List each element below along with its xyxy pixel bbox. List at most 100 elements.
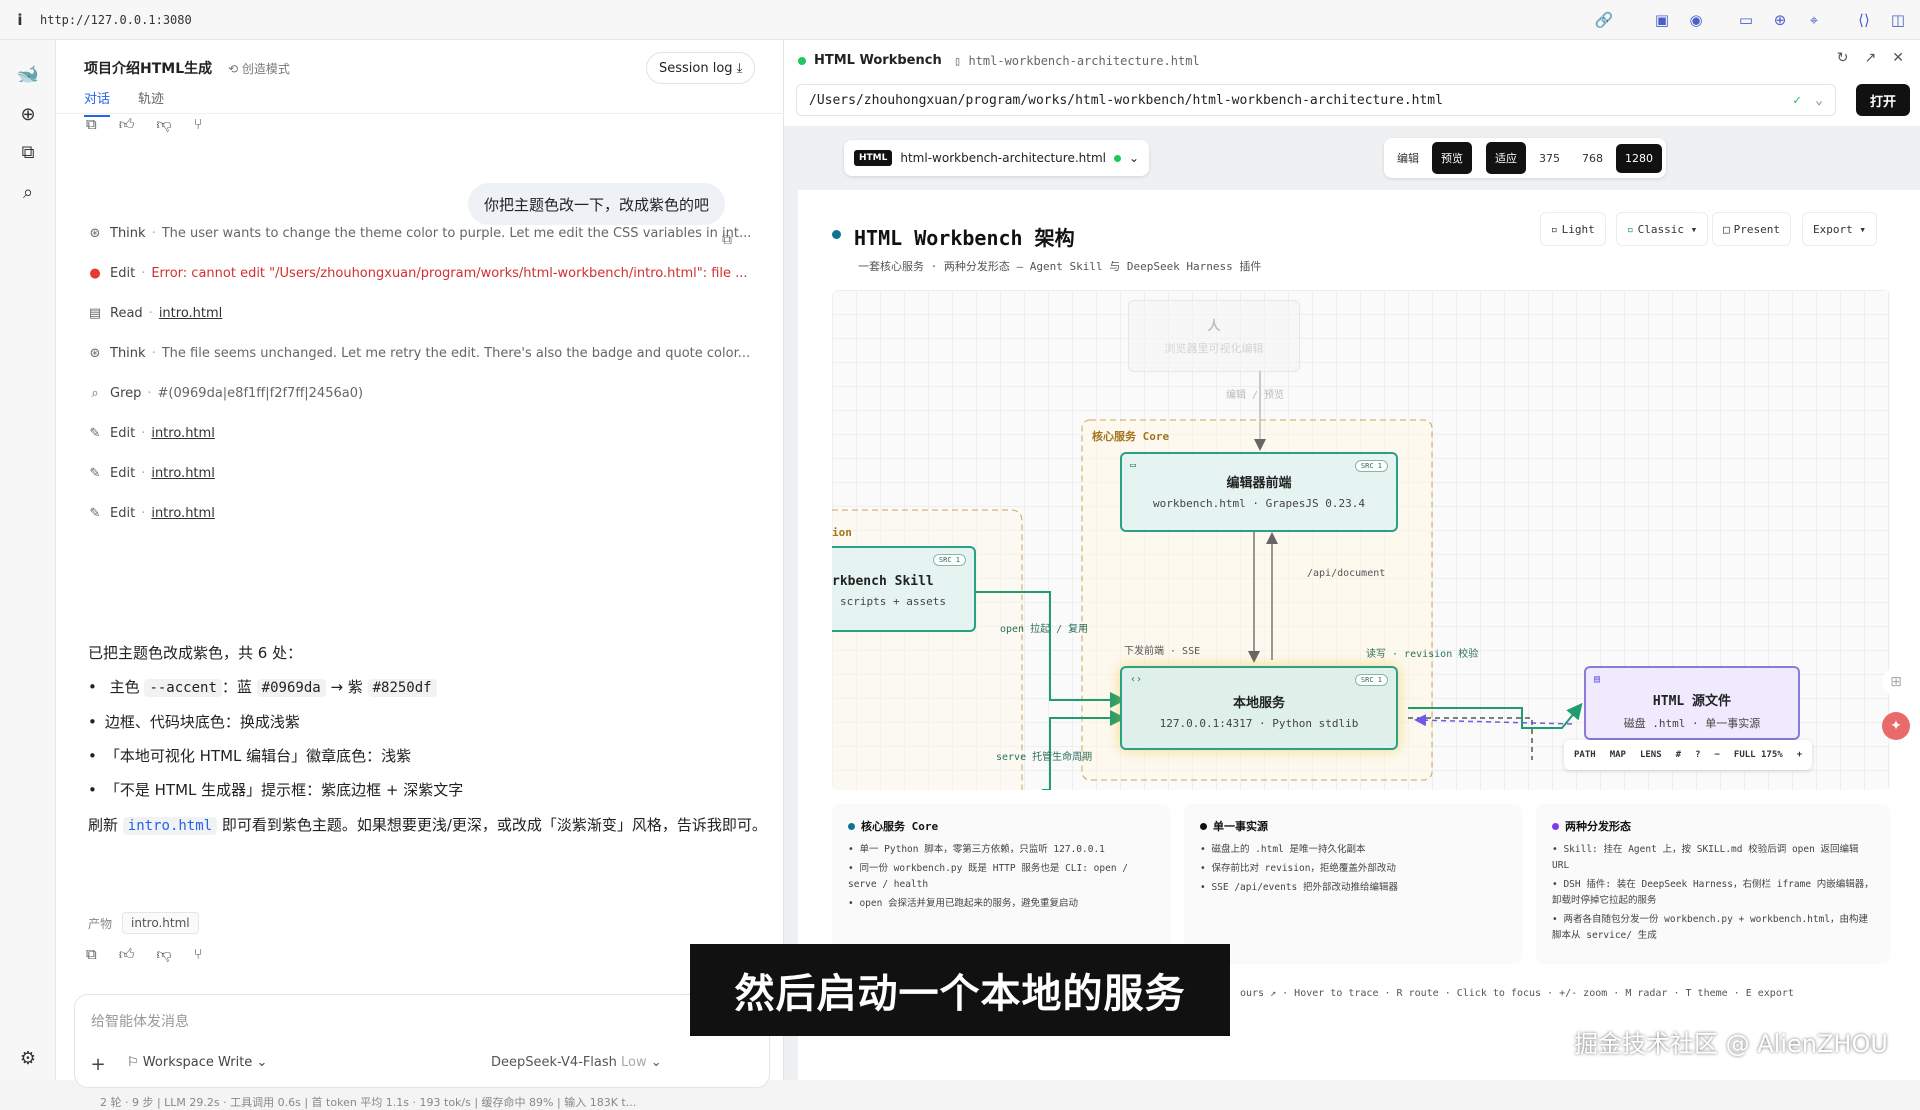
export-button[interactable]: Export ▾ xyxy=(1802,212,1877,246)
tab-trace[interactable]: 轨迹 xyxy=(138,88,164,115)
step-file-link[interactable]: intro.html xyxy=(151,506,214,521)
file-pill[interactable]: HTML html-workbench-architecture.html ⌄ xyxy=(844,140,1150,176)
width-375-button[interactable]: 375 xyxy=(1530,144,1569,173)
zoom-in-button[interactable]: + xyxy=(1797,750,1802,760)
chevron-down-icon[interactable]: ⌄ xyxy=(1815,93,1823,108)
node-title: HTML 源文件 xyxy=(1652,694,1732,709)
local-server-node[interactable]: SRC 1 ‹› 本地服务 127.0.0.1:4317 · Python st… xyxy=(1120,666,1398,750)
workspace-label: Workspace Write xyxy=(142,1055,253,1070)
branch-icon[interactable]: ⑂ xyxy=(194,945,203,964)
copy-icon[interactable]: ⧉ xyxy=(86,115,97,134)
session-log-label: Session log xyxy=(659,60,733,76)
edit-mode-button[interactable]: 编辑 xyxy=(1388,142,1428,174)
composer-placeholder[interactable]: 给智能体发消息 xyxy=(91,1011,189,1031)
card-dot xyxy=(1200,822,1207,830)
inline-code: --accent xyxy=(144,679,222,697)
card-item: open 会探活并复用已跑起来的服务，避免重复启动 xyxy=(848,896,1154,912)
step-separator: · xyxy=(151,226,156,241)
card-dot xyxy=(1552,822,1559,830)
left-group-label: ion xyxy=(832,526,852,539)
step-detail: The user wants to change the theme color… xyxy=(161,226,752,241)
workbench-header: HTML Workbench ▯ html-workbench-architec… xyxy=(784,40,1920,84)
light-theme-button[interactable]: ▫ Light xyxy=(1540,212,1606,246)
lens-mode-button[interactable]: LENS xyxy=(1640,750,1662,760)
step-think[interactable]: ⊛ Think · The file seems unchanged. Let … xyxy=(86,346,766,361)
file-link[interactable]: intro.html xyxy=(122,817,218,835)
help-button[interactable]: ? xyxy=(1695,750,1700,760)
step-think[interactable]: ⊛ Think · The user wants to change the t… xyxy=(86,226,766,241)
step-file-link[interactable]: intro.html xyxy=(159,306,222,321)
step-edit-error[interactable]: ● Edit · Error: cannot edit "/Users/zhou… xyxy=(86,266,766,281)
thumbs-down-icon[interactable]: 👎︎ xyxy=(156,945,171,964)
thumbs-down-icon[interactable]: 👎︎ xyxy=(156,115,171,134)
address-bar: i http://127.0.0.1:3080 🔗 ▣ ◉ ▭ ⊕ ⌖ ⟨⟩ ◫ xyxy=(0,0,1920,40)
path-input[interactable]: /Users/zhouhongxuan/program/works/html-w… xyxy=(796,84,1836,116)
copy-icon[interactable]: ⧉ xyxy=(86,945,97,964)
refresh-icon[interactable]: ↻ xyxy=(1837,50,1849,66)
step-edit[interactable]: ✎ Edit · intro.html xyxy=(86,506,766,521)
text: 主色 xyxy=(109,678,140,696)
new-chat-icon[interactable]: ⊕ xyxy=(14,100,42,128)
model-selector[interactable]: DeepSeek-V4-Flash Low ⌄ xyxy=(491,1055,662,1070)
present-button[interactable]: □ Present xyxy=(1712,212,1791,246)
step-file-link[interactable]: intro.html xyxy=(151,426,214,441)
step-file-link[interactable]: intro.html xyxy=(151,466,214,481)
artifact-chip[interactable]: intro.html xyxy=(122,912,199,934)
close-icon[interactable]: ✕ xyxy=(1892,50,1904,66)
card-title: 两种分发形态 xyxy=(1552,818,1874,834)
map-mode-button[interactable]: MAP xyxy=(1610,750,1626,760)
hash-button[interactable]: # xyxy=(1676,750,1681,760)
assistant-float-icon[interactable]: ✦ xyxy=(1882,712,1910,740)
width-768-button[interactable]: 768 xyxy=(1573,144,1612,173)
card-item: 保存前比对 revision，拒绝覆盖外部改动 xyxy=(1200,861,1506,877)
thumbs-up-icon[interactable]: 👍︎ xyxy=(119,945,135,964)
editor-frontend-node[interactable]: SRC 1 ▭ 编辑器前端 workbench.html · GrapesJS … xyxy=(1120,452,1398,532)
screenshot-icon[interactable]: ▣ xyxy=(1650,8,1674,32)
step-read[interactable]: ▤ Read · intro.html xyxy=(86,306,766,321)
pencil-icon: ✎ xyxy=(89,466,101,481)
classic-style-button[interactable]: ▫ Classic ▾ xyxy=(1616,212,1709,246)
check-icon: ✓ xyxy=(1793,92,1801,108)
branch-icon[interactable]: ⑂ xyxy=(194,115,203,134)
thumbs-up-icon[interactable]: 👍︎ xyxy=(119,115,135,134)
link-icon[interactable]: 🔗 xyxy=(1592,8,1616,32)
pencil-icon: ✎ xyxy=(89,426,101,441)
camera-icon[interactable]: ◉ xyxy=(1684,8,1708,32)
step-edit[interactable]: ✎ Edit · intro.html xyxy=(86,466,766,481)
preview-mode-button[interactable]: 预览 xyxy=(1432,142,1472,174)
fit-button[interactable]: 适应 xyxy=(1486,142,1526,174)
mode-badge[interactable]: ⟲ 创造模式 xyxy=(228,60,290,77)
step-separator: · xyxy=(141,506,146,521)
tab-conversation[interactable]: 对话 xyxy=(84,88,111,117)
zoom-out-button[interactable]: − xyxy=(1714,750,1719,760)
skill-node[interactable]: SRC 1 rkbench Skill scripts + assets xyxy=(832,546,976,632)
html-source-node[interactable]: ▤ HTML 源文件 磁盘 .html · 单一事实源 xyxy=(1584,666,1800,740)
url-text[interactable]: http://127.0.0.1:3080 xyxy=(40,13,192,27)
layout-float-icon[interactable]: ⊞ xyxy=(1882,668,1910,696)
terminal-icon[interactable]: ▭ xyxy=(1734,8,1758,32)
target-icon[interactable]: ⌖ xyxy=(1802,8,1826,32)
open-button[interactable]: 打开 xyxy=(1856,84,1910,116)
step-grep[interactable]: ⌕ Grep · #(0969da|e8f1ff|f2f7ff|2456a0) xyxy=(86,386,766,401)
workspace-selector[interactable]: ⚐ Workspace Write ⌄ xyxy=(127,1055,267,1070)
architecture-diagram[interactable]: 人 浏览器里可视化编辑 编辑 / 预览 核心服务 Core ion SRC 1 … xyxy=(832,290,1890,790)
new-project-icon[interactable]: ⧉ xyxy=(14,138,42,166)
info-icon[interactable]: i xyxy=(0,11,40,29)
width-1280-button[interactable]: 1280 xyxy=(1616,143,1662,173)
search-icon[interactable]: ⌕ xyxy=(14,178,42,206)
attach-plus-icon[interactable]: + xyxy=(87,1053,109,1075)
code-icon[interactable]: ⟨⟩ xyxy=(1852,8,1876,32)
label: Light xyxy=(1561,222,1595,236)
settings-icon[interactable]: ⚙ xyxy=(14,1044,42,1072)
card-list: Skill: 挂在 Agent 上，按 SKILL.md 校验后调 open 返… xyxy=(1552,842,1874,944)
session-log-button[interactable]: Session log ⤓ xyxy=(646,52,756,84)
zoom-level[interactable]: FULL 175% xyxy=(1734,750,1783,760)
label: Export ▾ xyxy=(1813,222,1866,236)
sidebar-toggle-icon[interactable]: ◫ xyxy=(1886,8,1910,32)
external-link-icon[interactable]: ↗ xyxy=(1865,50,1877,66)
step-edit[interactable]: ✎ Edit · intro.html xyxy=(86,426,766,441)
globe-icon[interactable]: ⊕ xyxy=(1768,8,1792,32)
path-mode-button[interactable]: PATH xyxy=(1574,750,1596,760)
human-node[interactable]: 人 浏览器里可视化编辑 xyxy=(1128,300,1300,372)
message-composer[interactable]: 给智能体发消息 + ⚐ Workspace Write ⌄ DeepSeek-V… xyxy=(74,994,770,1088)
